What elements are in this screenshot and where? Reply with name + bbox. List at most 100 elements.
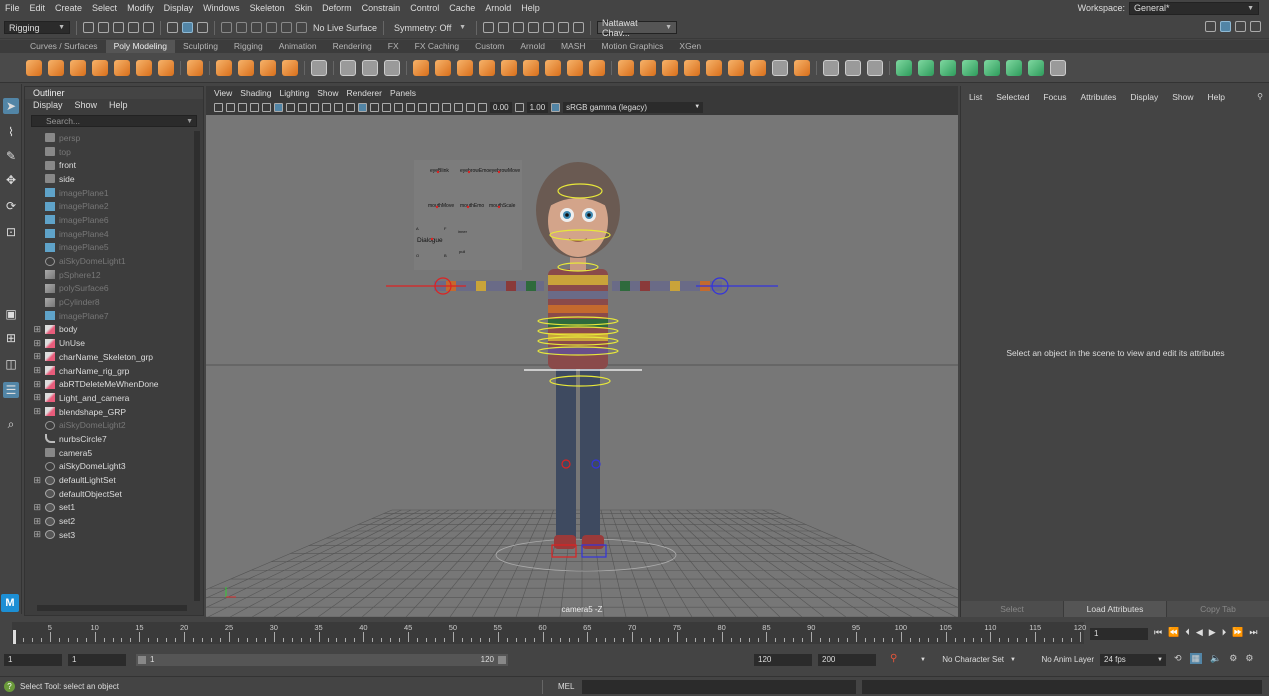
- menu-select[interactable]: Select: [87, 3, 122, 13]
- camera-icon[interactable]: [466, 102, 475, 112]
- step-forward-key-icon[interactable]: ⏩: [1232, 627, 1243, 638]
- snap-grid-icon[interactable]: [221, 22, 232, 33]
- select-object-icon[interactable]: [182, 22, 193, 33]
- outliner-item[interactable]: camera5: [25, 446, 193, 460]
- delete-history-icon[interactable]: [1050, 59, 1066, 76]
- outliner-item[interactable]: ⊞ set1: [25, 501, 193, 515]
- shelf-tab-xgen[interactable]: XGen: [671, 40, 709, 53]
- save-scene-icon[interactable]: [113, 22, 124, 33]
- current-time-indicator[interactable]: [13, 630, 16, 644]
- attr-menu-display[interactable]: Display: [1130, 92, 1158, 102]
- expand-icon[interactable]: ⊞: [25, 406, 45, 417]
- outliner-item[interactable]: imagePlane7: [25, 309, 193, 323]
- help-icon[interactable]: ?: [4, 681, 15, 692]
- live-surface-label[interactable]: No Live Surface: [313, 23, 377, 33]
- outliner-item[interactable]: ⊞ UnUse: [25, 336, 193, 350]
- outliner-item[interactable]: ⊞ defaultLightSet: [25, 473, 193, 487]
- script-language-toggle[interactable]: MEL: [558, 682, 574, 691]
- color-space-dropdown[interactable]: sRGB gamma (legacy) ▼: [563, 101, 704, 113]
- tool-settings-icon[interactable]: [1235, 21, 1246, 32]
- loop-icon[interactable]: ⟲: [1174, 653, 1182, 664]
- face-ctrl-handle[interactable]: [435, 205, 439, 209]
- outliner-item[interactable]: top: [25, 145, 193, 159]
- exposure-field[interactable]: 0.00: [490, 101, 512, 113]
- select-hierarchy-icon[interactable]: [167, 22, 178, 33]
- shelf-tab-mash[interactable]: MASH: [553, 40, 594, 53]
- poly-sphere-icon[interactable]: [26, 59, 42, 76]
- single-perspective-layout-icon[interactable]: ▣: [3, 306, 19, 322]
- face-ctrl-handle[interactable]: [467, 170, 471, 174]
- expand-icon[interactable]: ⊞: [25, 392, 45, 403]
- outliner-horizontal-scrollbar[interactable]: [37, 605, 187, 611]
- go-to-end-icon[interactable]: ⏭: [1249, 627, 1257, 638]
- ambient-occlusion-icon[interactable]: [406, 102, 415, 112]
- field-chart-icon[interactable]: [322, 102, 331, 112]
- extrude-icon[interactable]: [618, 59, 634, 76]
- sound-icon[interactable]: 🔈: [1210, 653, 1221, 664]
- face-ctrl-handle[interactable]: [497, 170, 501, 174]
- command-input[interactable]: [582, 680, 856, 694]
- outliner-item[interactable]: aiSkyDomeLight1: [25, 254, 193, 268]
- viewport-menu-lighting[interactable]: Lighting: [279, 88, 309, 98]
- uv-editor-icon[interactable]: [311, 59, 327, 76]
- two-pane-layout-icon[interactable]: ◫: [3, 356, 19, 372]
- outliner-item[interactable]: defaultObjectSet: [25, 487, 193, 501]
- cache-playback-icon[interactable]: ▦: [1189, 653, 1203, 664]
- flip-normals-icon[interactable]: [962, 59, 978, 76]
- bevel-icon[interactable]: [662, 59, 678, 76]
- attr-menu-attributes[interactable]: Attributes: [1080, 92, 1116, 102]
- poly-cube-icon[interactable]: [48, 59, 64, 76]
- playback-start-field[interactable]: 1: [68, 654, 126, 666]
- attr-menu-selected[interactable]: Selected: [996, 92, 1029, 102]
- pin-icon[interactable]: ⚲: [1257, 92, 1263, 101]
- time-slider-track[interactable]: 5 10 15 20 25 30 35 40 45 50 55 60 65 70 75 80 85 90 95 100…: [12, 622, 1086, 644]
- hypershade-icon[interactable]: [528, 22, 540, 33]
- snap-view-plane-icon[interactable]: [281, 22, 292, 33]
- outliner-item[interactable]: imagePlane6: [25, 213, 193, 227]
- menu-constrain[interactable]: Constrain: [357, 3, 406, 13]
- expand-icon[interactable]: ⊞: [25, 502, 45, 513]
- workspace-dropdown[interactable]: General* ▼: [1129, 1, 1259, 15]
- menu-file[interactable]: File: [0, 3, 25, 13]
- attr-menu-list[interactable]: List: [969, 92, 982, 102]
- animation-end-field[interactable]: 200: [818, 654, 876, 666]
- ipr-render-icon[interactable]: [498, 22, 510, 33]
- viewport-menu-shading[interactable]: Shading: [240, 88, 271, 98]
- viewport-menu-show[interactable]: Show: [317, 88, 338, 98]
- boolean-icon[interactable]: [479, 59, 495, 76]
- circularize-icon[interactable]: [794, 59, 810, 76]
- channel-box-icon[interactable]: [1250, 21, 1261, 32]
- arnold-render-icon[interactable]: [558, 22, 570, 33]
- attr-menu-help[interactable]: Help: [1208, 92, 1225, 102]
- outliner-layout-icon[interactable]: ☰: [3, 382, 19, 398]
- redo-icon[interactable]: [143, 22, 154, 33]
- expand-icon[interactable]: ⊞: [25, 324, 45, 335]
- shelf-tab-rendering[interactable]: Rendering: [325, 40, 380, 53]
- select-button[interactable]: Select: [961, 601, 1064, 617]
- range-start-handle[interactable]: [138, 656, 146, 664]
- copy-tab-button[interactable]: Copy Tab: [1167, 601, 1269, 617]
- combine-icon[interactable]: [413, 59, 429, 76]
- menu-create[interactable]: Create: [50, 3, 87, 13]
- append-polygon-icon[interactable]: [706, 59, 722, 76]
- outliner-item[interactable]: aiSkyDomeLight3: [25, 460, 193, 474]
- shelf-tab-sculpting[interactable]: Sculpting: [175, 40, 226, 53]
- xray-icon[interactable]: [382, 102, 391, 112]
- current-frame-field[interactable]: 1: [1090, 628, 1148, 640]
- poly-cylinder-icon[interactable]: [70, 59, 86, 76]
- menu-skin[interactable]: Skin: [290, 3, 318, 13]
- fps-dropdown[interactable]: 24 fps ▼: [1100, 654, 1166, 666]
- shelf-tab-arnold[interactable]: Arnold: [512, 40, 553, 53]
- menu-modify[interactable]: Modify: [122, 3, 159, 13]
- shadows-icon[interactable]: [394, 102, 403, 112]
- modeling-toolkit-icon[interactable]: [1205, 21, 1216, 32]
- outliner-item[interactable]: aiSkyDomeLight2: [25, 418, 193, 432]
- connect-icon[interactable]: [867, 59, 883, 76]
- scale-tool-icon[interactable]: ⊡: [3, 224, 19, 240]
- auto-key-icon[interactable]: ⚲: [890, 653, 897, 664]
- undo-icon[interactable]: [128, 22, 139, 33]
- range-bar[interactable]: 1 120: [136, 654, 508, 666]
- attr-menu-show[interactable]: Show: [1172, 92, 1193, 102]
- step-forward-frame-icon[interactable]: ⏵: [1222, 627, 1227, 638]
- cleanup-icon[interactable]: [1028, 59, 1044, 76]
